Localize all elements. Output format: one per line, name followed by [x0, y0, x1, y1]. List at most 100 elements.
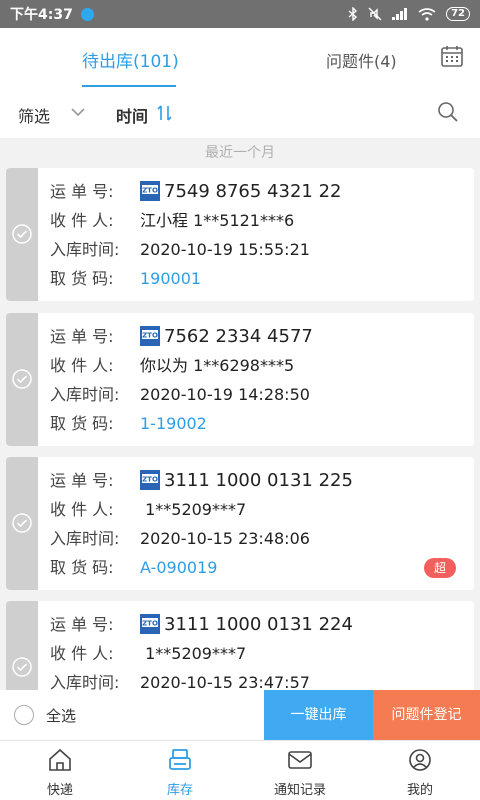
- status-time: 下午4:37: [10, 7, 73, 23]
- time-label: 入库时间:: [50, 240, 120, 259]
- receiver-value: 1**5209***7: [140, 644, 247, 663]
- check-circle-icon[interactable]: [12, 657, 32, 677]
- tab-express[interactable]: 快递: [0, 741, 120, 800]
- time-row: 入库时间: 2020-10-19 15:55:21: [50, 239, 310, 261]
- waybill-label: 运 单 号:: [50, 182, 114, 201]
- time-row: 入库时间: 2020-10-15 23:47:57: [50, 672, 310, 690]
- pickup-code: A-090019: [140, 558, 218, 577]
- waybill-number: 7549 8765 4321 22: [164, 181, 342, 202]
- receiver-label: 收 件 人:: [50, 500, 114, 519]
- svg-text:ZTO: ZTO: [142, 476, 158, 484]
- sort-by-time[interactable]: 时间: [116, 103, 148, 127]
- parcel-list[interactable]: 运 单 号: ZTO 7549 8765 4321 22 收 件 人: 江小程 1**…: [0, 168, 480, 690]
- check-circle-icon[interactable]: [12, 224, 32, 244]
- select-all-label[interactable]: 全选: [46, 705, 76, 726]
- zto-logo-icon: ZTO: [140, 614, 160, 634]
- time-row: 入库时间: 2020-10-19 14:28:50: [50, 384, 310, 406]
- code-label: 取 货 码:: [50, 558, 114, 577]
- parcel-card[interactable]: 运 单 号: ZTO 3111 1000 0131 225 收 件 人: 1**52…: [6, 457, 474, 590]
- receiver-label: 收 件 人:: [50, 211, 114, 230]
- receiver-row: 收 件 人: 1**5209***7: [50, 643, 246, 665]
- parcel-card[interactable]: 运 单 号: ZTO 7549 8765 4321 22 收 件 人: 江小程 1**…: [6, 168, 474, 301]
- issue-register-button[interactable]: 问题件登记: [373, 690, 480, 740]
- waybill-row: 运 单 号: ZTO 3111 1000 0131 224: [50, 614, 353, 636]
- mute-icon: [368, 7, 382, 21]
- time-value: 2020-10-15 23:48:06: [140, 529, 310, 548]
- waybill-number: 7562 2334 4577: [164, 326, 313, 347]
- zto-logo-icon: ZTO: [140, 181, 160, 201]
- code-row: 取 货 码: A-090019: [50, 557, 217, 579]
- action-bar: 全选 一键出库 问题件登记: [0, 690, 480, 740]
- tab-notify-label: 通知记录: [273, 783, 326, 798]
- waybill-row: 运 单 号: ZTO 3111 1000 0131 225: [50, 470, 353, 492]
- signal-icon: [392, 8, 408, 20]
- tab-inventory-label: 库存: [166, 783, 193, 798]
- one-click-checkout-button[interactable]: 一键出库: [264, 690, 373, 740]
- bottom-tab-bar: 快递 库存 通知记录 我的: [0, 740, 480, 800]
- waybill-label: 运 单 号:: [50, 615, 114, 634]
- receiver-row: 收 件 人: 1**5209***7: [50, 499, 246, 521]
- select-all-checkbox[interactable]: [14, 705, 34, 725]
- check-circle-icon[interactable]: [12, 513, 32, 533]
- tab-mine-label: 我的: [406, 783, 433, 798]
- time-label: 入库时间:: [50, 385, 120, 404]
- receiver-label: 收 件 人:: [50, 356, 114, 375]
- receiver-value: 1**5209***7: [140, 500, 247, 519]
- user-icon: [409, 749, 431, 771]
- zto-logo-icon: ZTO: [140, 326, 160, 346]
- receiver-value: 江小程 1**5121***6: [140, 211, 295, 230]
- code-label: 取 货 码:: [50, 269, 114, 288]
- active-tab-indicator: [82, 85, 176, 87]
- status-bar: 下午4:37 72: [0, 0, 480, 28]
- printer-icon: [169, 749, 191, 770]
- receiver-label: 收 件 人:: [50, 644, 114, 663]
- tab-notify[interactable]: 通知记录: [240, 741, 360, 800]
- time-label: 入库时间:: [50, 673, 120, 690]
- code-row: 取 货 码: 190001: [50, 268, 201, 290]
- sort-icon[interactable]: [157, 104, 173, 122]
- pickup-code: 190001: [140, 269, 202, 288]
- top-tabs: 待出库(101) 问题件(4): [0, 28, 480, 88]
- waybill-number: 3111 1000 0131 225: [164, 470, 353, 491]
- overdue-badge: 超: [424, 558, 456, 578]
- wifi-icon: [418, 7, 436, 21]
- home-icon: [49, 748, 71, 771]
- parcel-card[interactable]: 运 单 号: ZTO 3111 1000 0131 224 收 件 人: 1**52…: [6, 601, 474, 690]
- filter-dropdown[interactable]: 筛选: [18, 103, 50, 127]
- receiver-value: 你以为 1**6298***5: [140, 356, 295, 375]
- app-notification-icon: [80, 7, 94, 21]
- pickup-code: 1-19002: [140, 414, 207, 433]
- svg-text:ZTO: ZTO: [142, 332, 158, 340]
- tab-pending-outbound[interactable]: 待出库(101): [82, 47, 179, 72]
- receiver-row: 收 件 人: 江小程 1**5121***6: [50, 210, 294, 232]
- calendar-icon[interactable]: [440, 44, 464, 68]
- envelope-icon: [288, 751, 312, 769]
- time-row: 入库时间: 2020-10-15 23:48:06: [50, 528, 310, 550]
- tab-mine[interactable]: 我的: [360, 741, 480, 800]
- battery-icon: 72: [446, 7, 470, 21]
- svg-text:ZTO: ZTO: [142, 187, 158, 195]
- code-label: 取 货 码:: [50, 414, 114, 433]
- time-value: 2020-10-15 23:47:57: [140, 673, 310, 690]
- period-header: 最近一个月: [205, 145, 275, 161]
- parcel-card[interactable]: 运 单 号: ZTO 7562 2334 4577 收 件 人: 你以为 1**629…: [6, 313, 474, 446]
- chevron-down-icon[interactable]: [70, 106, 86, 118]
- time-value: 2020-10-19 14:28:50: [140, 385, 310, 404]
- waybill-row: 运 单 号: ZTO 7549 8765 4321 22: [50, 181, 342, 203]
- waybill-row: 运 单 号: ZTO 7562 2334 4577: [50, 326, 313, 348]
- search-icon[interactable]: [436, 100, 460, 124]
- time-label: 入库时间:: [50, 529, 120, 548]
- status-icons: 72: [348, 7, 470, 21]
- bluetooth-icon: [348, 7, 358, 21]
- check-circle-icon[interactable]: [12, 369, 32, 389]
- time-value: 2020-10-19 15:55:21: [140, 240, 310, 259]
- tab-issue-items[interactable]: 问题件(4): [326, 48, 397, 72]
- code-row: 取 货 码: 1-19002: [50, 413, 207, 435]
- waybill-label: 运 单 号:: [50, 471, 114, 490]
- tab-inventory[interactable]: 库存: [120, 741, 240, 800]
- tab-express-label: 快递: [46, 783, 73, 798]
- receiver-row: 收 件 人: 你以为 1**6298***5: [50, 355, 294, 377]
- zto-logo-icon: ZTO: [140, 470, 160, 490]
- waybill-label: 运 单 号:: [50, 327, 114, 346]
- waybill-number: 3111 1000 0131 224: [164, 614, 353, 635]
